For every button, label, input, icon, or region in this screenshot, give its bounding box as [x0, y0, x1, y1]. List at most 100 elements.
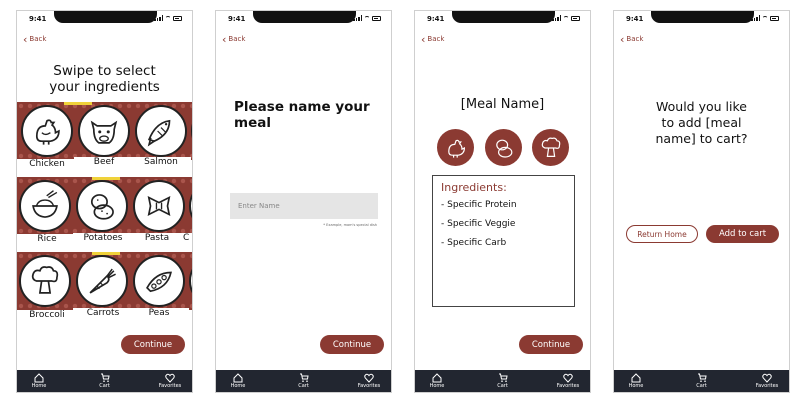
back-button[interactable]: ‹ Back [620, 34, 643, 45]
back-button[interactable]: ‹ Back [421, 34, 444, 45]
broccoli-option[interactable] [19, 255, 71, 307]
ingredient-item: - Specific Protein [441, 200, 517, 210]
screen-name-meal: 9:41 ‹ Back Please name your meal Enter … [215, 10, 392, 393]
wifi-icon [165, 15, 171, 21]
option-label: Salmon [131, 157, 191, 167]
question-line: name] to cart? [655, 131, 748, 146]
continue-button[interactable]: Continue [519, 335, 583, 354]
status-bar: 9:41 [415, 11, 590, 29]
nav-label: Favorites [158, 383, 182, 389]
nav-label: Home [31, 383, 47, 389]
confirm-question: Would you like to add [meal name] to car… [614, 99, 789, 147]
status-icons [154, 15, 182, 21]
bottom-nav: Home Cart Favorites [614, 370, 789, 392]
chicken-option[interactable] [21, 105, 73, 157]
page-title: Swipe to select your ingredients [17, 63, 192, 95]
rice-option[interactable] [19, 180, 71, 232]
nav-cart[interactable]: Cart [491, 370, 515, 392]
veggie-carousel[interactable] [17, 252, 192, 310]
nav-favorites[interactable]: Favorites [158, 370, 182, 392]
title-line: meal [234, 115, 271, 131]
cow-icon [90, 120, 118, 144]
chevron-left-icon: ‹ [23, 32, 28, 46]
peas-option[interactable] [133, 255, 185, 307]
question-line: to add [meal [661, 115, 742, 130]
status-icons [751, 15, 779, 21]
option-label: Chicken [17, 159, 77, 169]
back-label: Back [228, 35, 246, 43]
nav-label: Home [628, 383, 644, 389]
nav-home[interactable]: Home [27, 370, 51, 392]
home-icon [631, 373, 641, 383]
nav-cart[interactable]: Cart [690, 370, 714, 392]
nav-label: Cart [497, 383, 508, 389]
nav-cart[interactable]: Cart [93, 370, 117, 392]
notch [253, 11, 356, 23]
carrots-option[interactable] [76, 255, 128, 307]
nav-favorites[interactable]: Favorites [755, 370, 779, 392]
nav-favorites[interactable]: Favorites [357, 370, 381, 392]
status-bar: 9:41 [614, 11, 789, 29]
return-home-button[interactable]: Return Home [626, 225, 698, 243]
nav-home[interactable]: Home [425, 370, 449, 392]
nav-label: Cart [298, 383, 309, 389]
battery-icon [770, 15, 779, 21]
heart-icon [563, 373, 573, 383]
salmon-option[interactable] [135, 105, 187, 157]
signal-icon [552, 15, 561, 21]
fish-icon [147, 119, 171, 147]
veggie-badge [532, 129, 569, 166]
bottom-nav: Home Cart Favorites [17, 370, 192, 392]
back-button[interactable]: ‹ Back [222, 34, 246, 45]
beef-option[interactable] [78, 105, 130, 157]
nav-label: Favorites [755, 383, 779, 389]
continue-button[interactable]: Continue [121, 335, 185, 354]
carb-carousel[interactable] [17, 177, 192, 235]
add-to-cart-button[interactable]: Add to cart [706, 225, 779, 243]
nav-favorites[interactable]: Favorites [556, 370, 580, 392]
pasta-option[interactable] [133, 180, 185, 232]
rice-bowl-icon [32, 190, 58, 218]
nav-cart[interactable]: Cart [292, 370, 316, 392]
signal-icon [154, 15, 163, 21]
wifi-icon [563, 15, 569, 21]
option-label: Peas [129, 308, 189, 318]
nav-home[interactable]: Home [226, 370, 250, 392]
nav-label: Home [429, 383, 445, 389]
battery-icon [173, 15, 182, 21]
status-time: 9:41 [427, 15, 445, 23]
heart-icon [762, 373, 772, 383]
nav-home[interactable]: Home [624, 370, 648, 392]
protein-carousel[interactable] [17, 102, 192, 160]
home-icon [34, 373, 44, 383]
cart-icon [299, 373, 309, 382]
option-label: Carrots [73, 308, 133, 318]
signal-icon [353, 15, 362, 21]
status-bar: 9:41 [17, 11, 192, 29]
title-line: your ingredients [49, 79, 160, 95]
heart-icon [165, 373, 175, 383]
notch [452, 11, 555, 23]
potatoes-option[interactable] [76, 180, 128, 232]
bottom-nav: Home Cart Favorites [216, 370, 391, 392]
back-label: Back [29, 35, 47, 43]
ingredients-panel: Ingredients: - Specific Protein - Specif… [432, 175, 575, 307]
status-time: 9:41 [228, 15, 246, 23]
chicken-icon [35, 119, 60, 145]
question-line: Would you like [656, 99, 747, 114]
potato-icon [495, 139, 512, 158]
notch [651, 11, 754, 23]
back-button[interactable]: ‹ Back [23, 32, 47, 46]
wifi-icon [762, 15, 768, 21]
continue-button[interactable]: Continue [320, 335, 384, 354]
meal-name-input[interactable]: Enter Name [230, 193, 378, 219]
ingredients-heading: Ingredients: [441, 181, 507, 194]
carb-badge [485, 129, 522, 166]
status-bar: 9:41 [216, 11, 391, 29]
battery-icon [372, 15, 381, 21]
peas-icon [146, 271, 172, 293]
option-label: Broccoli [17, 310, 77, 320]
notch [54, 11, 157, 23]
title-line: Please name your [234, 99, 370, 115]
status-time: 9:41 [29, 15, 47, 23]
